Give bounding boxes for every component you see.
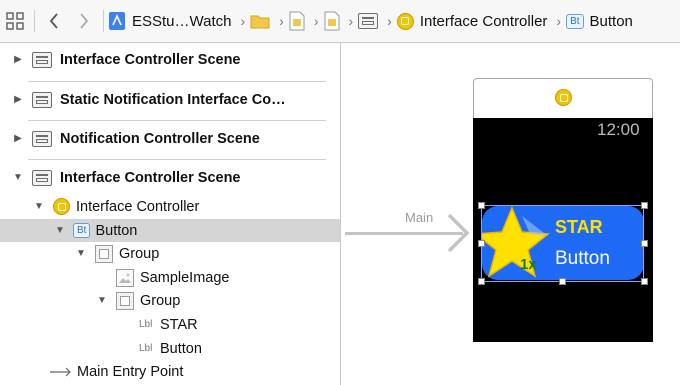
outline-item-controller[interactable]: ▼ Interface Controller bbox=[0, 195, 340, 218]
outline-item-group[interactable]: ▼ Group bbox=[0, 242, 340, 265]
outline-label: STAR bbox=[160, 316, 198, 333]
outline-label: Group bbox=[119, 245, 160, 262]
scene-label: Interface Controller Scene bbox=[60, 169, 241, 186]
disclosure-closed-icon[interactable]: ▶ bbox=[12, 133, 24, 145]
breadcrumb-button[interactable]: Bt Button bbox=[566, 13, 633, 30]
outline-item-label[interactable]: Lbl STAR bbox=[0, 313, 340, 336]
disclosure-closed-icon[interactable]: ▶ bbox=[12, 94, 24, 106]
chevron-right-icon: › bbox=[313, 13, 319, 29]
outline-label: Interface Controller bbox=[76, 198, 200, 215]
scene-icon bbox=[32, 130, 52, 147]
disclosure-open-icon[interactable]: ▼ bbox=[33, 201, 45, 213]
outline-label: Button bbox=[95, 222, 138, 239]
grid-icon[interactable] bbox=[0, 0, 30, 42]
resize-handle[interactable] bbox=[478, 278, 485, 285]
outline-label: Button bbox=[160, 340, 202, 357]
button-icon: Bt bbox=[73, 223, 91, 238]
storyboard-icon bbox=[289, 11, 305, 31]
chevron-right-icon: › bbox=[387, 13, 392, 29]
project-icon bbox=[108, 11, 126, 31]
disclosure-open-icon[interactable]: ▼ bbox=[96, 295, 108, 307]
controller-icon bbox=[53, 198, 70, 215]
entry-point-label: Main bbox=[405, 210, 434, 225]
breadcrumb-controller[interactable]: Interface Controller bbox=[396, 12, 548, 30]
group-icon bbox=[116, 291, 134, 310]
selection-outline bbox=[481, 205, 644, 282]
breadcrumb-controller-label: Interface Controller bbox=[419, 12, 548, 30]
outline-item-button[interactable]: ▼ Bt Button bbox=[0, 219, 340, 242]
breadcrumb-storyboard-2[interactable] bbox=[324, 11, 340, 31]
label-icon: Lbl bbox=[139, 343, 153, 354]
label-icon: Lbl bbox=[139, 319, 153, 330]
outline-scene-row[interactable]: ▶ Interface Controller Scene bbox=[0, 48, 340, 71]
disclosure-open-icon[interactable]: ▼ bbox=[12, 172, 24, 184]
storyboard-icon bbox=[324, 11, 340, 31]
disclosure-open-icon[interactable]: ▼ bbox=[54, 225, 66, 237]
resize-handle[interactable] bbox=[641, 240, 648, 247]
chevron-right-icon: › bbox=[240, 13, 246, 29]
outline-label: SampleImage bbox=[140, 269, 230, 286]
breadcrumb-project[interactable]: ESStu…Watch bbox=[108, 11, 231, 31]
scene-icon bbox=[32, 51, 52, 68]
outline-scene-row[interactable]: ▼ Interface Controller Scene bbox=[0, 166, 340, 189]
disclosure-closed-icon[interactable]: ▶ bbox=[12, 54, 24, 66]
arrow-right-icon bbox=[50, 367, 72, 377]
breadcrumb-button-label: Button bbox=[589, 12, 633, 30]
scene-icon bbox=[32, 169, 52, 186]
outline-separator bbox=[28, 81, 326, 82]
resize-handle[interactable] bbox=[559, 278, 566, 285]
breadcrumb-storyboard[interactable] bbox=[289, 11, 305, 31]
outline-item-label[interactable]: Lbl Button bbox=[0, 337, 340, 360]
button-icon: Bt bbox=[566, 13, 584, 29]
chevron-right-icon: › bbox=[348, 13, 354, 29]
breadcrumb-project-label: ESStu…Watch bbox=[132, 12, 232, 30]
chevron-right-icon: › bbox=[556, 13, 562, 29]
toolbar-separator bbox=[34, 10, 35, 32]
controller-icon bbox=[396, 12, 414, 30]
outline-label: Group bbox=[140, 292, 181, 309]
watch-time: 12:00 bbox=[597, 120, 640, 139]
resize-handle[interactable] bbox=[478, 202, 485, 209]
image-icon bbox=[116, 268, 134, 287]
outline-item-image[interactable]: SampleImage bbox=[0, 266, 340, 289]
breadcrumb-folder[interactable] bbox=[250, 13, 270, 29]
scene-icon bbox=[32, 91, 52, 108]
scene-label: Static Notification Interface Co… bbox=[60, 91, 286, 108]
scene-icon bbox=[358, 13, 379, 29]
back-icon[interactable] bbox=[39, 0, 69, 42]
scene-label: Interface Controller Scene bbox=[60, 51, 241, 68]
resize-handle[interactable] bbox=[641, 278, 648, 285]
outline-scene-row[interactable]: ▶ Static Notification Interface Co… bbox=[0, 88, 340, 111]
resize-handle[interactable] bbox=[641, 202, 648, 209]
outline-label: Main Entry Point bbox=[77, 363, 184, 380]
jump-bar: ESStu…Watch › › › › › Interface Controll… bbox=[0, 0, 680, 43]
scene-label: Notification Controller Scene bbox=[60, 130, 260, 147]
resize-handle[interactable] bbox=[478, 240, 485, 247]
group-icon bbox=[95, 244, 113, 263]
outline-separator bbox=[28, 120, 326, 121]
folder-icon bbox=[250, 13, 270, 29]
disclosure-open-icon[interactable]: ▼ bbox=[75, 248, 87, 260]
controller-icon[interactable] bbox=[555, 89, 572, 106]
forward-icon[interactable] bbox=[69, 0, 99, 42]
toolbar-separator bbox=[103, 10, 104, 32]
chevron-right-icon: › bbox=[279, 13, 284, 29]
outline-separator bbox=[28, 159, 326, 160]
outline-scene-row[interactable]: ▶ Notification Controller Scene bbox=[0, 127, 340, 150]
breadcrumb-scene[interactable] bbox=[358, 13, 379, 29]
outline-item-group[interactable]: ▼ Group bbox=[0, 289, 340, 312]
outline-item-entry-point[interactable]: Main Entry Point bbox=[0, 360, 340, 383]
arrow-head-icon bbox=[445, 212, 471, 259]
